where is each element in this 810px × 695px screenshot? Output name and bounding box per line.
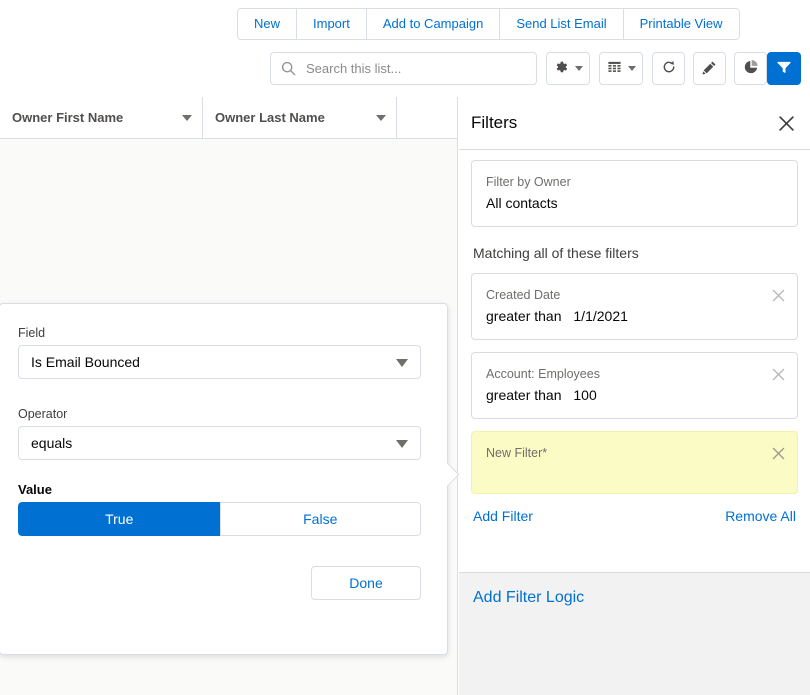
refresh-icon <box>661 59 677 78</box>
edit-list-button[interactable] <box>693 52 726 85</box>
edit-pencil-icon <box>702 60 717 78</box>
list-settings-gear-icon <box>553 59 569 78</box>
chart-pie-icon <box>743 59 759 78</box>
value-option-true[interactable]: True <box>18 502 220 536</box>
filter-editor-form: Field Is Email Bounced Operator equals V… <box>0 304 447 600</box>
filter-operator: greater than <box>486 308 562 324</box>
remove-filter-icon <box>772 447 784 459</box>
filters-panel-header: Filters <box>459 97 810 150</box>
filter-card-account-employees[interactable]: Account: Employees greater than 100 <box>471 352 798 419</box>
remove-all-link[interactable]: Remove All <box>725 508 796 524</box>
column-header-spacer <box>397 97 457 138</box>
new-button[interactable]: New <box>238 9 298 39</box>
matching-all-filters-label: Matching all of these filters <box>473 245 639 261</box>
add-filter-link[interactable]: Add Filter <box>473 508 533 524</box>
close-icon <box>778 115 794 131</box>
list-settings-gear-button[interactable] <box>546 52 590 85</box>
field-select-value: Is Email Bounced <box>31 354 140 370</box>
close-filters-panel-button[interactable] <box>774 111 798 135</box>
filter-actions-row: Add Filter Remove All <box>471 506 798 524</box>
filter-editor-popover: Field Is Email Bounced Operator equals V… <box>0 303 460 655</box>
list-action-button-group: New Import Add to Campaign Send List Ema… <box>237 8 740 40</box>
add-filter-logic-link[interactable]: Add Filter Logic <box>473 589 584 606</box>
filter-operator: greater than <box>486 387 562 403</box>
filters-panel-body: Filter by Owner All contacts Matching al… <box>459 150 810 622</box>
column-header-owner-first-name[interactable]: Owner First Name <box>0 97 203 138</box>
field-select[interactable]: Is Email Bounced <box>18 345 421 379</box>
table-header-row: Owner First Name Owner Last Name <box>0 97 457 139</box>
charts-button[interactable] <box>734 52 767 85</box>
value-option-false[interactable]: False <box>219 502 421 536</box>
column-header-owner-last-name[interactable]: Owner Last Name <box>203 97 397 138</box>
chevron-down-icon <box>396 440 408 448</box>
filter-value: 1/1/2021 <box>573 308 628 324</box>
filters-toggle-button[interactable] <box>767 52 801 85</box>
list-view-screen: New Import Add to Campaign Send List Ema… <box>0 0 810 695</box>
filter-by-owner-label: Filter by Owner <box>486 175 571 189</box>
import-button[interactable]: Import <box>297 9 367 39</box>
search-icon <box>281 61 296 76</box>
column-header-label: Owner First Name <box>12 110 124 125</box>
filter-funnel-icon <box>776 59 792 78</box>
remove-filter-button[interactable] <box>769 444 787 462</box>
search-this-list-container[interactable] <box>270 52 537 85</box>
remove-filter-button[interactable] <box>769 286 787 304</box>
add-to-campaign-button[interactable]: Add to Campaign <box>366 9 501 39</box>
printable-view-button[interactable]: Printable View <box>623 9 739 39</box>
remove-filter-button[interactable] <box>769 365 787 383</box>
operator-select[interactable]: equals <box>18 426 421 460</box>
filter-value: 100 <box>573 387 597 403</box>
refresh-button[interactable] <box>652 52 685 85</box>
filters-panel: Filters Filter by Owner All contacts Mat… <box>459 97 810 695</box>
filter-card-created-date[interactable]: Created Date greater than 1/1/2021 <box>471 273 798 340</box>
filter-by-owner-card[interactable]: Filter by Owner All contacts <box>471 160 798 227</box>
remove-filter-icon <box>772 289 784 301</box>
display-as-table-button[interactable] <box>599 52 643 85</box>
filter-condition: greater than 1/1/2021 <box>486 306 763 327</box>
send-list-email-button[interactable]: Send List Email <box>500 9 624 39</box>
display-as-table-icon <box>607 60 622 78</box>
filters-panel-footer: Add Filter Logic <box>459 572 810 695</box>
filter-card-new-filter[interactable]: New Filter* <box>471 431 798 494</box>
operator-select-label: Operator <box>18 407 68 421</box>
search-input[interactable] <box>304 53 504 84</box>
chevron-down-icon <box>396 359 408 367</box>
value-label: Value <box>18 482 52 497</box>
filter-field-name: New Filter* <box>486 446 548 460</box>
filter-condition: greater than 100 <box>486 385 763 406</box>
chevron-down-icon <box>376 114 386 121</box>
done-button[interactable]: Done <box>311 566 421 600</box>
chevron-down-icon <box>182 114 192 121</box>
filter-editor-actions: Done <box>18 566 421 600</box>
chevron-down-icon <box>627 66 636 71</box>
filters-panel-title: Filters <box>471 113 518 132</box>
field-select-label: Field <box>18 326 46 340</box>
filter-field-name: Created Date <box>486 288 561 302</box>
remove-filter-icon <box>772 368 784 380</box>
filter-field-name: Account: Employees <box>486 367 600 381</box>
operator-select-value: equals <box>31 435 73 451</box>
column-header-label: Owner Last Name <box>215 110 325 125</box>
filter-by-owner-value: All contacts <box>486 195 558 211</box>
value-toggle-group: True False <box>18 502 421 536</box>
chevron-down-icon <box>575 66 583 71</box>
